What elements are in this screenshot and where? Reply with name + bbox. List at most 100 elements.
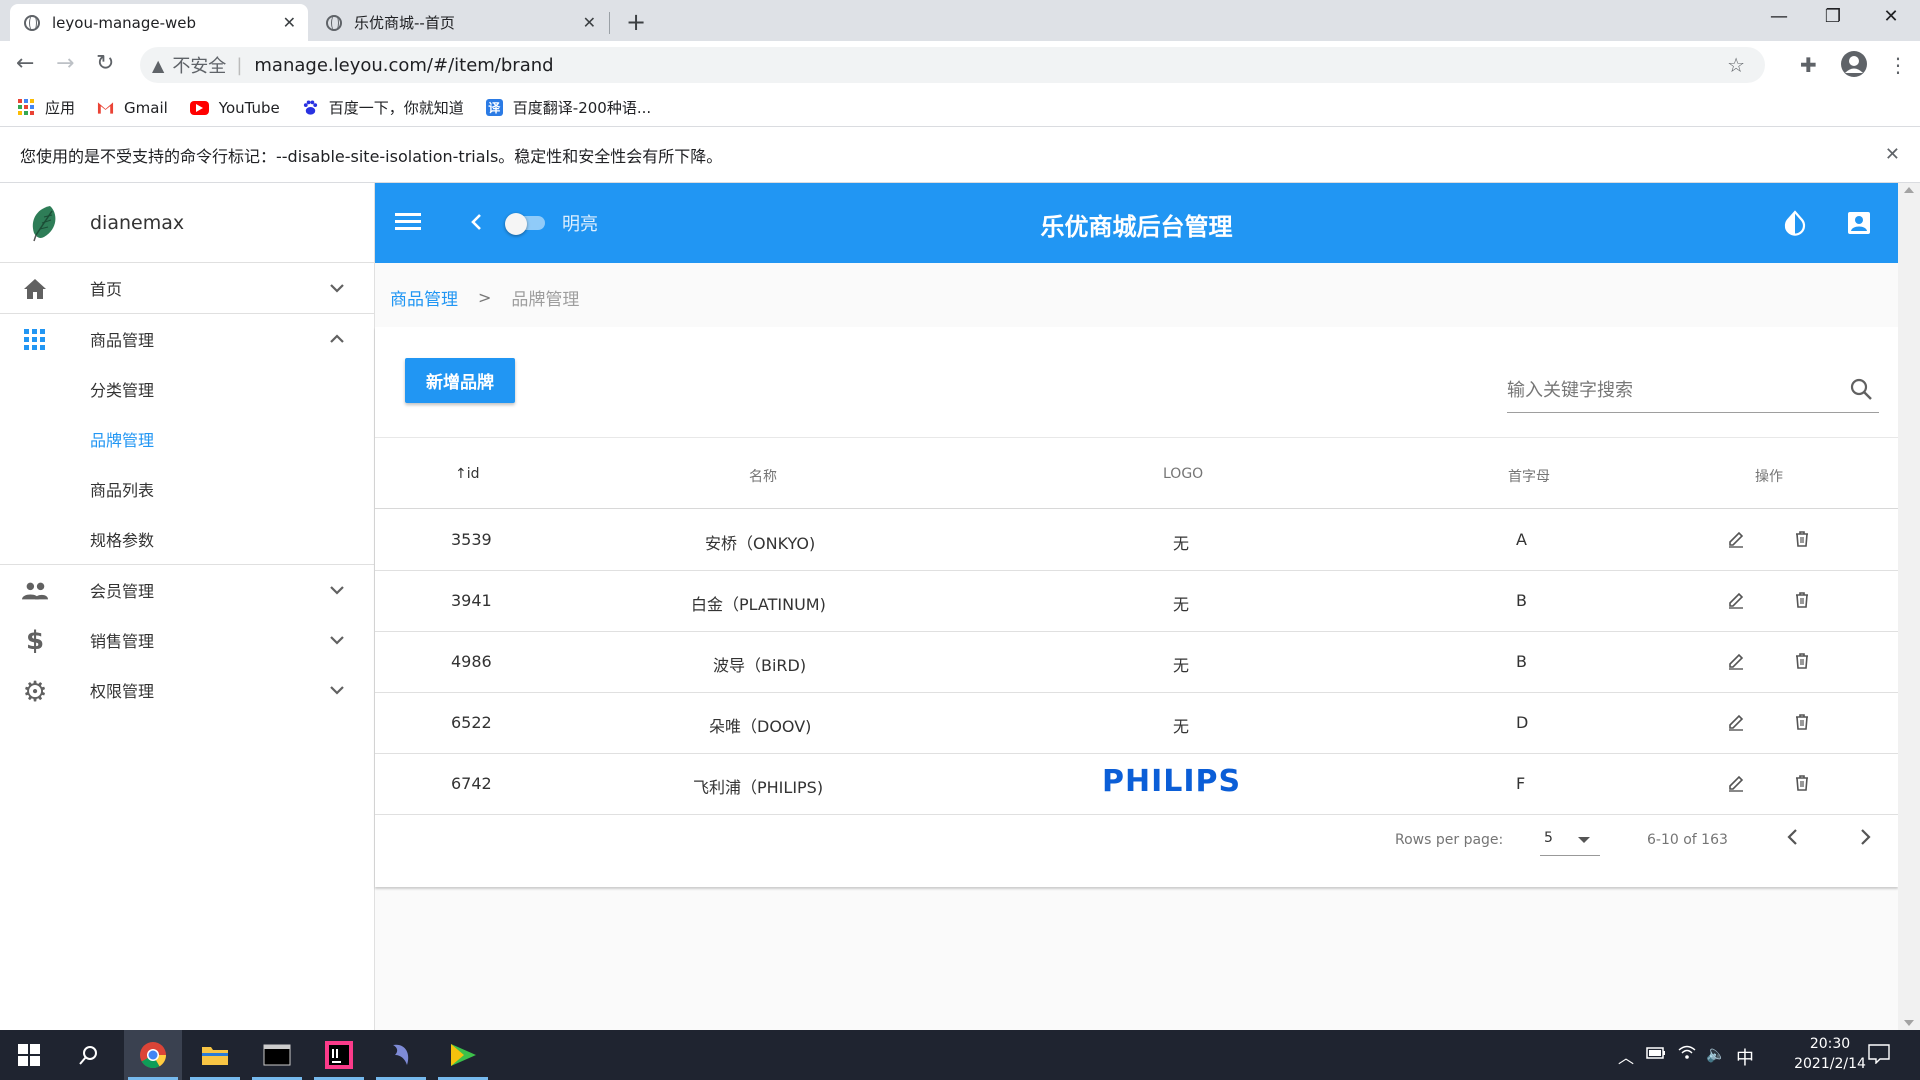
ime-indicator[interactable]: 中	[1736, 1044, 1754, 1070]
column-header-id[interactable]: ↑id	[455, 466, 480, 482]
taskbar-terminal[interactable]	[248, 1030, 306, 1080]
bookmark-label: YouTube	[218, 98, 280, 117]
edit-pencil-icon[interactable]	[1727, 530, 1745, 548]
scroll-up-arrow-icon[interactable]	[1904, 187, 1914, 193]
reload-icon[interactable]: ↻	[96, 51, 114, 76]
previous-page-icon[interactable]	[1783, 826, 1803, 848]
chrome-icon	[140, 1042, 167, 1069]
sidebar: dianemax 首页 商品管理 分类管理 品牌管理 商品列表 规格参数 会员管…	[0, 183, 375, 1030]
invert-colors-icon[interactable]	[1784, 210, 1806, 236]
warning-triangle-icon: ▲	[152, 55, 165, 75]
tab-close-icon[interactable]: ✕	[583, 13, 596, 32]
search-icon[interactable]	[1849, 377, 1873, 401]
sidebar-subitem-category[interactable]: 分类管理	[0, 364, 374, 414]
column-header-logo[interactable]: LOGO	[1163, 466, 1203, 482]
breadcrumb-separator: >	[478, 288, 492, 307]
new-tab-button[interactable]: +	[626, 8, 646, 36]
taskbar-clock[interactable]: 20:30 2021/2/14	[1790, 1034, 1870, 1074]
tray-expand-icon[interactable]: ︿	[1618, 1044, 1634, 1068]
table-row: 6522 朵唯（DOOV) 无 D	[375, 693, 1898, 754]
bookmark-label: 应用	[45, 99, 76, 117]
apps-grid-icon	[18, 99, 35, 116]
gmail-icon	[97, 99, 114, 116]
home-icon	[22, 276, 48, 302]
forward-arrow-icon[interactable]: →	[56, 51, 74, 76]
account-box-icon[interactable]	[1847, 211, 1871, 235]
sidebar-subitem-goods-list[interactable]: 商品列表	[0, 464, 374, 514]
url-text[interactable]: manage.leyou.com/#/item/brand	[254, 55, 553, 76]
folder-icon	[202, 1047, 228, 1065]
cell-id: 3941	[451, 591, 492, 610]
network-wifi-icon[interactable]	[1678, 1044, 1696, 1064]
notification-center-icon[interactable]	[1868, 1044, 1890, 1068]
column-header-letter[interactable]: 首字母	[1508, 466, 1550, 486]
sidebar-item-products[interactable]: 商品管理	[0, 314, 374, 364]
cell-letter: B	[1516, 652, 1527, 671]
baidu-paw-icon	[302, 99, 319, 116]
battery-icon[interactable]	[1646, 1044, 1666, 1063]
bookmark-baidu-translate[interactable]: 译 百度翻译-200种语...	[485, 97, 651, 118]
maximize-button[interactable]: ❐	[1810, 6, 1856, 27]
bookmark-gmail[interactable]: Gmail	[97, 99, 168, 117]
edit-pencil-icon[interactable]	[1727, 652, 1745, 670]
bookmark-youtube[interactable]: YouTube	[189, 98, 280, 117]
sidebar-item-sales[interactable]: $ 销售管理	[0, 615, 374, 665]
window-close-button[interactable]: ✕	[1868, 6, 1914, 27]
chevron-up-icon	[330, 334, 344, 343]
taskbar-dolphin-app[interactable]	[372, 1030, 430, 1080]
taskbar-file-explorer[interactable]	[186, 1030, 244, 1080]
clock-time: 20:30	[1809, 1036, 1851, 1052]
search-field	[1507, 369, 1879, 413]
cell-id: 6742	[451, 774, 492, 793]
insecure-label[interactable]: 不安全	[172, 52, 226, 78]
brand-table-card: 新增品牌 ↑id 名称 LOGO 首字母 操作 3539 安桥（ONKYO) 无…	[375, 327, 1898, 887]
extensions-puzzle-icon[interactable]: ✚	[1800, 53, 1817, 77]
chrome-menu-icon[interactable]: ⋮	[1888, 53, 1908, 77]
edit-pencil-icon[interactable]	[1727, 713, 1745, 731]
windows-start-button[interactable]	[0, 1030, 58, 1080]
sidebar-subitem-spec-params[interactable]: 规格参数	[0, 514, 374, 564]
address-bar[interactable]: ▲ 不安全 | manage.leyou.com/#/item/brand ☆	[140, 47, 1765, 83]
minimize-button[interactable]: —	[1756, 6, 1802, 27]
delete-trash-icon[interactable]	[1793, 591, 1811, 609]
back-arrow-icon[interactable]: ←	[16, 51, 34, 76]
delete-trash-icon[interactable]	[1793, 713, 1811, 731]
chevron-down-icon	[330, 586, 344, 595]
bookmark-apps[interactable]: 应用	[18, 97, 75, 118]
bookmark-star-icon[interactable]: ☆	[1727, 53, 1745, 77]
edit-pencil-icon[interactable]	[1727, 591, 1745, 609]
delete-trash-icon[interactable]	[1793, 530, 1811, 548]
column-header-name[interactable]: 名称	[749, 466, 777, 486]
volume-icon[interactable]: 🔈	[1706, 1044, 1726, 1063]
rows-per-page-select[interactable]: 5	[1540, 824, 1600, 856]
sidebar-item-home[interactable]: 首页	[0, 263, 374, 313]
page-scrollbar[interactable]	[1898, 183, 1920, 1030]
cell-letter: D	[1516, 713, 1529, 732]
infobar-close-icon[interactable]: ✕	[1885, 144, 1900, 165]
sidebar-subitem-brand[interactable]: 品牌管理	[0, 414, 374, 464]
breadcrumb-parent-link[interactable]: 商品管理	[390, 285, 458, 310]
tab-title: leyou-manage-web	[52, 13, 197, 32]
scroll-down-arrow-icon[interactable]	[1904, 1020, 1914, 1026]
chevron-down-icon	[330, 284, 344, 293]
search-input[interactable]	[1507, 375, 1837, 405]
add-brand-button[interactable]: 新增品牌	[405, 358, 515, 403]
sidebar-item-permissions[interactable]: ⚙ 权限管理	[0, 665, 374, 715]
taskbar-intellij[interactable]	[310, 1030, 368, 1080]
tab-close-icon[interactable]: ✕	[283, 13, 296, 32]
next-page-icon[interactable]	[1855, 826, 1875, 848]
taskbar-search-button[interactable]	[60, 1030, 118, 1080]
taskbar-media-player[interactable]	[434, 1030, 492, 1080]
column-header-actions: 操作	[1755, 469, 1783, 485]
cell-name: 飞利浦（PHILIPS)	[693, 778, 824, 797]
delete-trash-icon[interactable]	[1793, 774, 1811, 792]
bookmark-baidu[interactable]: 百度一下，你就知道	[302, 97, 464, 118]
profile-avatar-icon[interactable]	[1840, 50, 1868, 83]
sidebar-item-members[interactable]: 会员管理	[0, 565, 374, 615]
edit-pencil-icon[interactable]	[1727, 774, 1745, 792]
sidebar-user: dianemax	[0, 183, 374, 263]
delete-trash-icon[interactable]	[1793, 652, 1811, 670]
tab-leyou-manage-web[interactable]: leyou-manage-web ✕	[10, 4, 308, 41]
tab-leyou-home[interactable]: 乐优商城--首页 ✕	[312, 4, 608, 41]
taskbar-chrome[interactable]	[124, 1030, 182, 1080]
